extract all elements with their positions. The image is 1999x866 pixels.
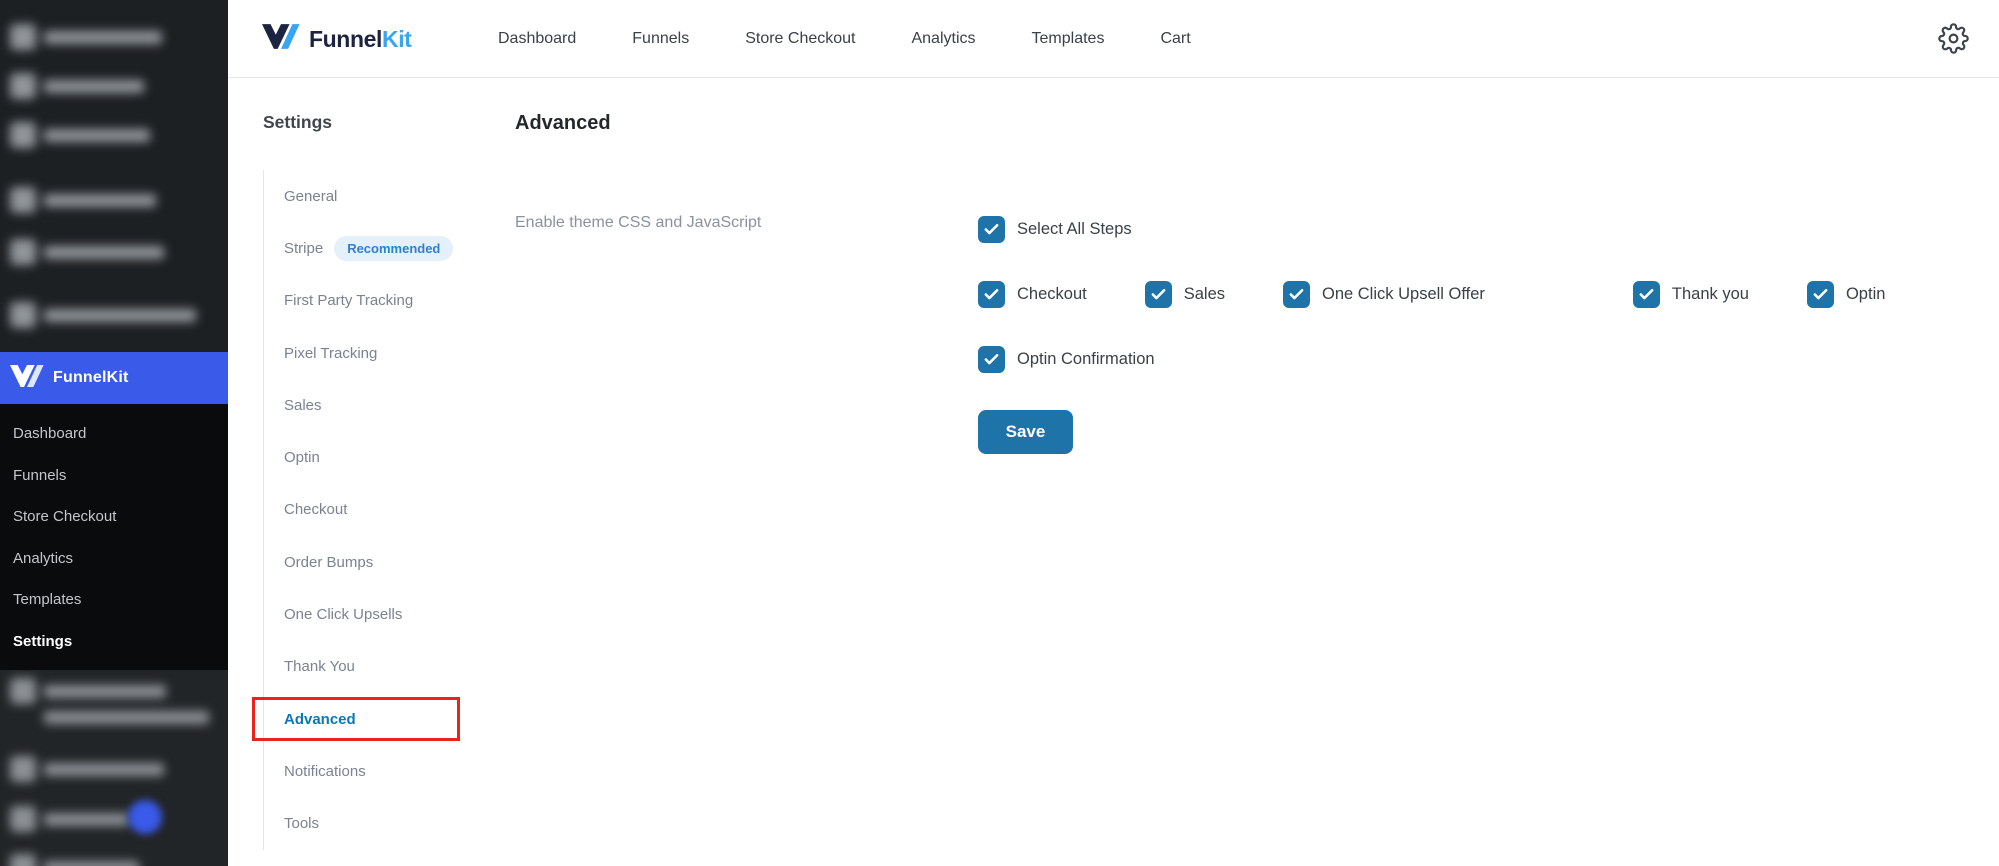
blurred-menu-icon [10,678,36,704]
step-thank-you-label: Thank you [1671,285,1749,303]
select-all-steps-item: Select All Steps [978,216,1132,243]
sidebar-item-store-checkout[interactable]: Store Checkout [0,496,228,538]
topnav-templates[interactable]: Templates [1032,30,1105,48]
save-button[interactable]: Save [978,410,1073,454]
page-title: Advanced [515,112,611,134]
settings-nav-item-pixel-tracking[interactable]: Pixel Tracking [284,327,478,379]
step-thank-you-checkbox[interactable] [1632,281,1660,308]
funnelkit-logo-text: FunnelKit [309,25,412,52]
step-one-click-upsell-offer-item: One Click Upsell Offer [1283,281,1485,308]
settings-nav-item-stripe[interactable]: Stripe Recommended [284,222,478,274]
settings-nav-label: Stripe [284,239,324,257]
settings-nav-label: Pixel Tracking [284,344,378,362]
wp-sidebar-blurred-top [0,0,228,352]
step-sales-label: Sales [1183,285,1225,303]
settings-nav: General Stripe Recommended First Party Trac… [263,170,478,850]
step-one-click-upsell-offer-label: One Click Upsell Offer [1322,285,1485,303]
blurred-menu-icon [10,302,36,328]
step-checkout-checkbox[interactable] [978,281,1005,308]
settings-nav-item-notifications[interactable]: Notifications [284,745,478,797]
blurred-menu-icon [10,187,36,213]
select-all-steps-row: Select All Steps [978,216,1132,243]
sidebar-item-templates[interactable]: Templates [0,579,228,621]
step-optin-item: Optin [1806,281,1886,308]
blurred-menu-icon [10,806,36,832]
steps-checkbox-row: Checkout Sales One Click Upsell Offer Thank… [978,281,1943,308]
select-all-steps-checkbox[interactable] [978,216,1005,243]
optin-confirmation-checkbox[interactable] [978,346,1005,373]
blurred-menu-icon [10,239,36,265]
blurred-menu-icon [10,756,36,782]
step-sales-checkbox[interactable] [1144,281,1172,308]
optin-confirmation-item: Optin Confirmation [978,346,1155,373]
settings-nav-label: Order Bumps [284,553,374,571]
sidebar-item-funnelkit[interactable]: FunnelKit [0,352,228,404]
settings-nav-item-general[interactable]: General [284,170,478,222]
sidebar-item-settings[interactable]: Settings [0,621,228,663]
funnelkit-topbar: FunnelKit Dashboard Funnels Store Checkout… [228,0,1999,78]
settings-nav-item-thank-you[interactable]: Thank You [284,641,478,693]
settings-nav-label: Tools [284,815,320,833]
sidebar-item-dashboard[interactable]: Dashboard [0,413,228,455]
step-checkout-item: Checkout [978,281,1087,308]
settings-nav-item-first-party-tracking[interactable]: First Party Tracking [284,275,478,327]
blurred-menu-icon [10,73,36,99]
sidebar-item-analytics[interactable]: Analytics [0,538,228,580]
recommended-badge: Recommended [334,235,454,261]
settings-nav-label: Checkout [284,501,348,519]
settings-nav-item-optin[interactable]: Optin [284,431,478,483]
step-checkout-label: Checkout [1017,285,1087,303]
select-all-steps-label: Select All Steps [1017,220,1132,238]
notification-count-badge [128,800,162,834]
settings-nav-item-one-click-upsells[interactable]: One Click Upsells [284,588,478,640]
step-optin-label: Optin [1845,285,1886,303]
topnav-cart[interactable]: Cart [1160,30,1190,48]
settings-nav-item-advanced[interactable]: Advanced [284,693,478,745]
blurred-menu-icon [10,24,36,50]
settings-nav-label: General [284,187,338,205]
wp-admin-sidebar: FunnelKit Dashboard Funnels Store Checkout… [0,0,228,866]
sidebar-item-funnels[interactable]: Funnels [0,455,228,497]
settings-nav-label: One Click Upsells [284,606,403,624]
funnelkit-logo-icon [10,364,44,393]
topnav-analytics[interactable]: Analytics [911,30,975,48]
funnelkit-logo[interactable]: FunnelKit [262,0,412,78]
settings-panel-title: Settings [263,112,333,132]
field-label-enable-theme-css: Enable theme CSS and JavaScript [515,214,762,231]
settings-nav-label: Optin [284,449,320,467]
funnelkit-logo-icon [262,23,300,55]
topnav-store-checkout[interactable]: Store Checkout [745,30,855,48]
settings-nav-item-checkout[interactable]: Checkout [284,484,478,536]
wp-sidebar-submenu: Dashboard Funnels Store Checkout Analytics T… [0,404,228,670]
step-thank-you-item: Thank you [1632,281,1749,308]
settings-nav-label: First Party Tracking [284,292,414,310]
settings-nav-item-order-bumps[interactable]: Order Bumps [284,536,478,588]
step-one-click-upsell-offer-checkbox[interactable] [1283,281,1310,308]
step-sales-item: Sales [1144,281,1225,308]
optin-confirmation-label: Optin Confirmation [1017,350,1155,368]
topbar-nav: Dashboard Funnels Store Checkout Analytics T… [498,0,1191,78]
settings-nav-label: Sales [284,396,322,414]
funnelkit-settings-page: FunnelKit Dashboard Funnels Store Checkout… [0,0,1999,866]
settings-nav-label: Thank You [284,658,355,676]
wp-sidebar-blurred-bottom [0,670,228,866]
sidebar-funnelkit-label: FunnelKit [53,369,129,386]
blurred-menu-icon [10,122,36,148]
topnav-dashboard[interactable]: Dashboard [498,30,576,48]
settings-nav-item-tools[interactable]: Tools [284,798,478,850]
topnav-funnels[interactable]: Funnels [632,30,689,48]
step-optin-checkbox[interactable] [1806,281,1834,308]
blurred-menu-icon [10,854,36,866]
gear-icon[interactable] [1938,23,1969,54]
settings-nav-label: Advanced [284,710,356,728]
settings-nav-label: Notifications [284,762,366,780]
settings-nav-item-sales[interactable]: Sales [284,379,478,431]
optin-confirmation-row: Optin Confirmation [978,346,1155,373]
